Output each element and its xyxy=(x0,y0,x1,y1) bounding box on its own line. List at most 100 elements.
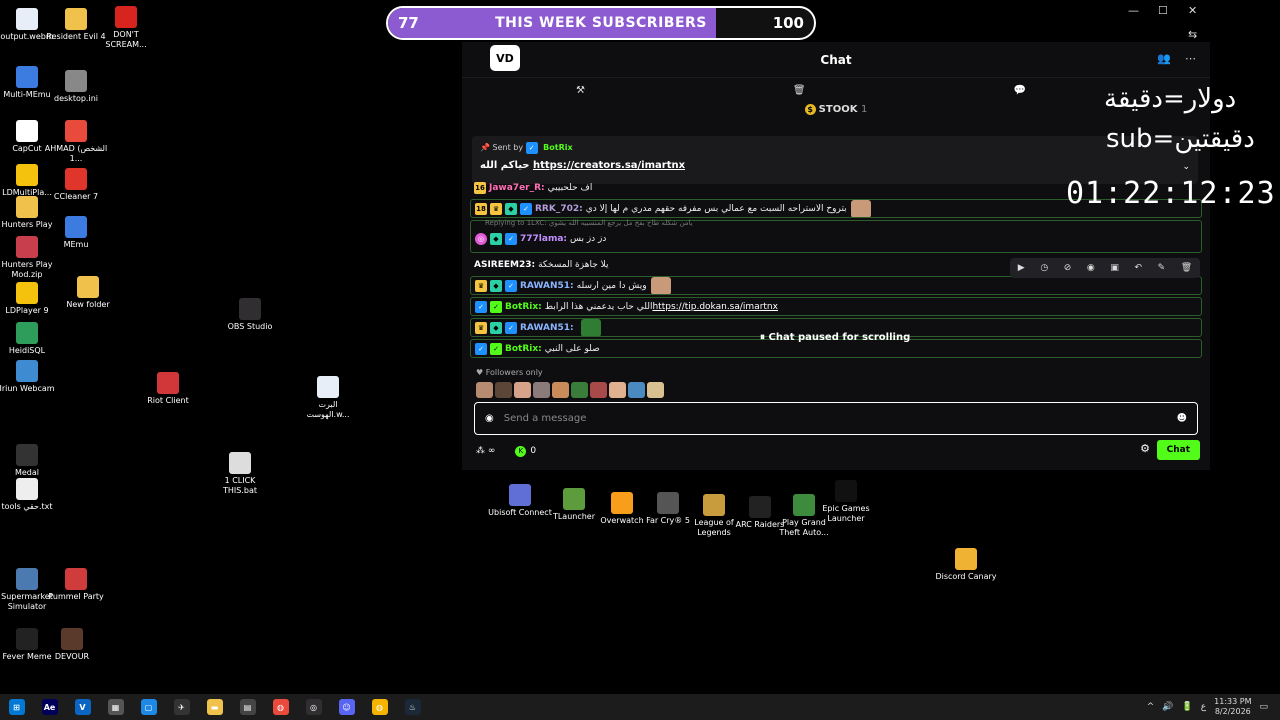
chat-message-link[interactable]: https://tip.dokan.sa/imartnx xyxy=(652,302,778,312)
chat-username[interactable]: RAWAN51: xyxy=(520,281,574,291)
chat-paused-banner[interactable]: ⏸ Chat paused for scrolling xyxy=(760,332,910,343)
input-language[interactable]: ع xyxy=(1201,702,1206,712)
desktop-icon[interactable]: AHMAD (الشخص 1... xyxy=(44,120,108,164)
user-badge-icon[interactable]: ✓ xyxy=(475,342,487,355)
user-badge-icon[interactable]: ✓ xyxy=(490,300,502,313)
chat-message[interactable]: ✓ ✓ BotRix: اللي حاب يدعمني هذا الرابط http… xyxy=(470,297,1202,316)
pinned-link[interactable]: https://creators.sa/imartnx xyxy=(533,160,685,171)
taskbar-start-button[interactable]: ⊞ xyxy=(0,694,33,720)
user-badge-icon[interactable]: ◆ xyxy=(490,279,502,292)
taskbar-chrome-button[interactable]: ◍ xyxy=(264,694,297,720)
avatar[interactable] xyxy=(628,382,645,398)
avatar[interactable] xyxy=(571,382,588,398)
undo-icon[interactable]: ↶ xyxy=(1134,263,1142,273)
user-badge-icon[interactable]: ◆ xyxy=(505,202,517,215)
user-badge-icon[interactable]: 18 xyxy=(475,202,487,215)
channel-logo[interactable]: VD xyxy=(490,45,520,71)
avatar[interactable] xyxy=(495,382,512,398)
user-badge-icon[interactable]: 16 xyxy=(474,181,486,194)
taskbar-calculator-button[interactable]: ▦ xyxy=(99,694,132,720)
desktop-icon[interactable]: Riot Client xyxy=(136,372,200,406)
chat-username[interactable]: RAWAN51: xyxy=(520,323,574,333)
copy-icon[interactable]: ▣ xyxy=(1110,263,1119,273)
users-icon[interactable]: 👥 xyxy=(1157,52,1171,65)
user-badge-icon[interactable]: ✓ xyxy=(505,232,517,245)
ban-hammer-icon[interactable]: ⚒ xyxy=(576,85,585,96)
reply-reference[interactable]: Replying to 1LXC: يامن شكله طاح بفخ مل ي… xyxy=(471,219,1201,229)
avatar[interactable] xyxy=(647,382,664,398)
user-badge-icon[interactable]: ✓ xyxy=(520,202,532,215)
user-badge-icon[interactable]: ♛ xyxy=(475,279,487,292)
taskbar-explorer-button[interactable]: ▢ xyxy=(132,694,165,720)
chat-username[interactable]: BotRix: xyxy=(505,344,542,354)
desktop-icon[interactable]: DEVOUR xyxy=(40,628,104,662)
desktop-icon[interactable]: 1 CLICK THIS.bat xyxy=(208,452,272,496)
send-chat-button[interactable]: Chat xyxy=(1156,440,1200,460)
avatar[interactable] xyxy=(514,382,531,398)
stook-bar[interactable]: $ STOOK 1 xyxy=(462,104,1210,120)
chevron-down-icon[interactable]: ⌄ xyxy=(1182,162,1190,172)
user-badge-icon[interactable]: ◎ xyxy=(475,232,487,245)
taskbar-steam-button[interactable]: ♨ xyxy=(396,694,429,720)
desktop-icon[interactable]: LDPlayer 9 xyxy=(0,282,59,316)
show-hidden-icons-icon[interactable]: ^ xyxy=(1147,702,1155,712)
notifications-icon[interactable]: ▭ xyxy=(1259,702,1268,712)
avatar[interactable] xyxy=(552,382,569,398)
desktop-icon[interactable]: Pummel Party xyxy=(44,568,108,602)
message-input-box[interactable]: ◉ ☻ xyxy=(474,402,1198,435)
desktop-icon[interactable]: Iriun Webcam xyxy=(0,360,59,394)
chat-bubble-icon[interactable]: 💬 xyxy=(1014,85,1026,96)
desktop-icon[interactable]: tools حقي.txt xyxy=(0,478,59,512)
desktop-icon[interactable]: desktop.ini xyxy=(44,70,108,104)
user-badge-icon[interactable]: ✓ xyxy=(490,342,502,355)
desktop-icon[interactable]: OBS Studio xyxy=(218,298,282,332)
user-badge-icon[interactable]: ✓ xyxy=(505,321,517,334)
user-badge-icon[interactable]: ✓ xyxy=(505,279,517,292)
taskbar-chrome-canary-button[interactable]: ◍ xyxy=(363,694,396,720)
unban-icon[interactable]: ⊘ xyxy=(1064,263,1072,273)
clear-chat-icon[interactable]: 🗑 xyxy=(793,85,806,96)
clock[interactable]: 11:33 PM 8/2/2026 xyxy=(1214,697,1251,717)
user-badge-icon[interactable]: ♛ xyxy=(475,321,487,334)
chat-message[interactable]: ♛ ◆ ✓ RAWAN51: ويش دا مين ارسله xyxy=(470,276,1202,295)
close-button[interactable]: ✕ xyxy=(1188,4,1197,17)
taskbar-obs-button[interactable]: ◎ xyxy=(297,694,330,720)
chat-username[interactable]: ASIREEM23: xyxy=(474,260,535,270)
taskbar-after-effects-button[interactable]: Ae xyxy=(33,694,66,720)
delete-icon[interactable]: 🗑 xyxy=(1181,263,1192,273)
taskbar-maps-button[interactable]: ✈ xyxy=(165,694,198,720)
play-icon[interactable]: ▶ xyxy=(1018,263,1025,273)
avatar[interactable] xyxy=(609,382,626,398)
desktop-icon[interactable]: Discord Canary xyxy=(934,548,998,582)
emote-picker-icon[interactable]: ◉ xyxy=(485,413,494,424)
timeout-icon[interactable]: ◷ xyxy=(1040,263,1048,273)
avatar[interactable] xyxy=(533,382,550,398)
user-badge-icon[interactable]: ♛ xyxy=(490,202,502,215)
message-input[interactable] xyxy=(503,413,1177,424)
gear-icon[interactable]: ⚙ xyxy=(1140,442,1150,455)
volume-icon[interactable]: 🔊 xyxy=(1162,702,1173,712)
desktop-icon[interactable]: Epic Games Launcher xyxy=(814,480,878,524)
desktop-icon[interactable]: Medal xyxy=(0,444,59,478)
maximize-button[interactable]: ☐ xyxy=(1158,4,1168,17)
battery-icon[interactable]: 🔋 xyxy=(1182,702,1193,712)
user-badge-icon[interactable]: ✓ xyxy=(475,300,487,313)
translate-icon[interactable]: ⇆ xyxy=(1188,28,1197,41)
desktop-icon[interactable]: New folder xyxy=(56,276,120,310)
avatar[interactable] xyxy=(590,382,607,398)
avatar[interactable] xyxy=(476,382,493,398)
more-options-icon[interactable]: ⋯ xyxy=(1185,52,1196,65)
user-badge-icon[interactable]: ◆ xyxy=(490,232,502,245)
desktop-icon[interactable]: HeidiSQL xyxy=(0,322,59,356)
user-badge-icon[interactable]: ◆ xyxy=(490,321,502,334)
desktop-icon[interactable]: DON'T SCREAM... xyxy=(94,6,158,50)
taskbar-store-button[interactable]: ▤ xyxy=(231,694,264,720)
chat-username[interactable]: RRK_702: xyxy=(535,204,583,214)
desktop-icon[interactable]: البرت الهوست.w... xyxy=(296,376,360,420)
taskbar-vscode-button[interactable]: V xyxy=(66,694,99,720)
chat-username[interactable]: BotRix: xyxy=(505,302,542,312)
taskbar-folder-button[interactable]: ▬ xyxy=(198,694,231,720)
taskbar-discord-button[interactable]: ☺ xyxy=(330,694,363,720)
desktop-icon[interactable]: Hunters Play Mod.zip xyxy=(0,236,59,280)
emoji-icon[interactable]: ☻ xyxy=(1177,413,1187,424)
